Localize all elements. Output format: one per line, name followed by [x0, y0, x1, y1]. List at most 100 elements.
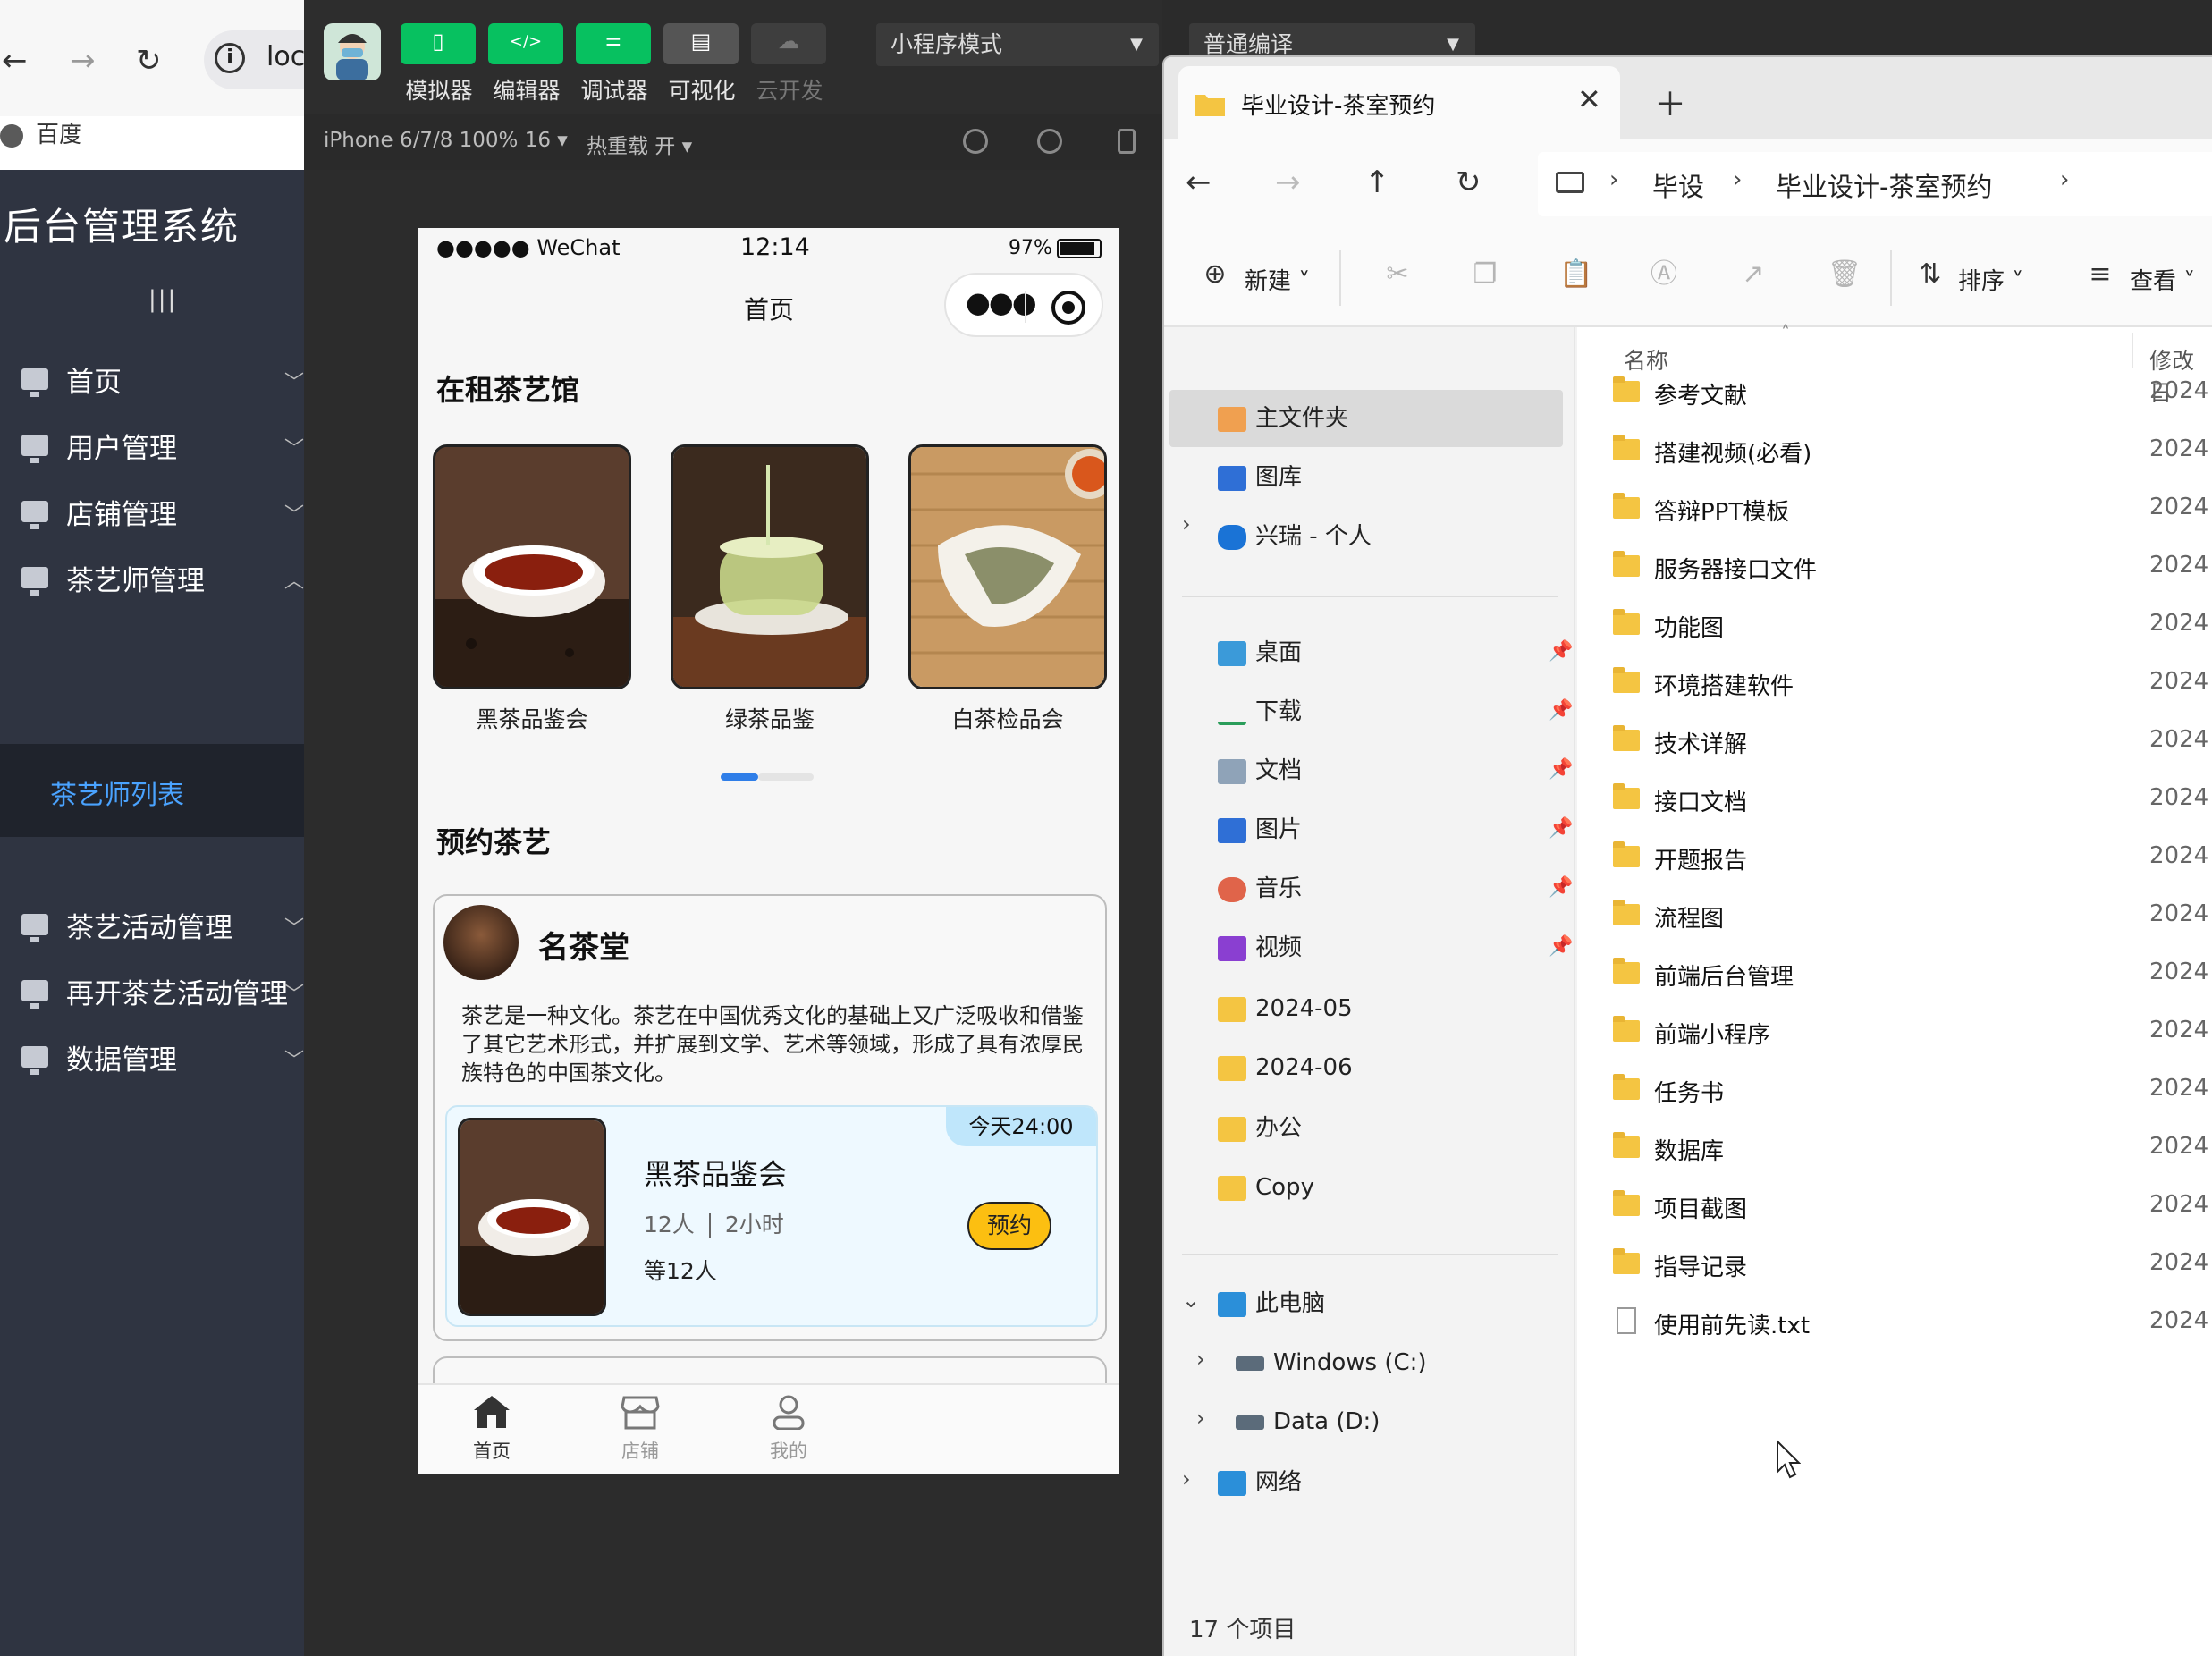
nav-item-gallery[interactable]: 图库: [1218, 456, 1302, 499]
pin-icon[interactable]: 📌: [1549, 817, 1573, 840]
pin-icon[interactable]: 📌: [1549, 640, 1573, 663]
cut-icon[interactable]: ✂: [1382, 259, 1413, 290]
nav-item-music[interactable]: 音乐: [1218, 867, 1302, 910]
file-date: 2024: [2149, 1075, 2209, 1102]
rename-icon[interactable]: Ⓐ: [1649, 259, 1679, 290]
device-select[interactable]: iPhone 6/7/8 100% 16 ▾: [324, 129, 568, 152]
back-button[interactable]: ←: [1186, 165, 1212, 200]
tea-card-black[interactable]: [433, 444, 631, 689]
file-row[interactable]: 任务书 2024: [1577, 1066, 2212, 1116]
nav-item-home[interactable]: 主文件夹: [1218, 397, 1348, 440]
tab-home[interactable]: 首页: [420, 1394, 563, 1464]
copy-icon[interactable]: ❐: [1470, 259, 1500, 290]
activity-card[interactable]: 今天24:00 黑茶品鉴会 12人 2小时 等12人 预约: [445, 1105, 1098, 1327]
paste-icon[interactable]: 📋: [1559, 259, 1592, 290]
file-row[interactable]: 前端后台管理 2024: [1577, 950, 2212, 1000]
nav-item-folder[interactable]: 2024-05: [1218, 987, 1353, 1030]
nav-item-downloads[interactable]: 下载: [1218, 690, 1302, 733]
hot-reload-toggle[interactable]: 热重载 开 ▾: [587, 129, 692, 159]
status-bar-count: 17 个项目: [1189, 1617, 1296, 1643]
nav-item-folder[interactable]: 2024-06: [1218, 1046, 1353, 1089]
pin-icon[interactable]: 📌: [1549, 699, 1573, 722]
menu-item-data[interactable]: 数据管理 ﹀: [0, 1005, 304, 1109]
submenu-item-tea-master-list[interactable]: 茶艺师列表: [0, 744, 304, 837]
tea-card-white[interactable]: [908, 444, 1107, 689]
file-row[interactable]: 服务器接口文件 2024: [1577, 543, 2212, 593]
phone-frame-icon[interactable]: [1118, 129, 1136, 154]
record-icon[interactable]: [1037, 129, 1062, 154]
pin-icon[interactable]: 📌: [1549, 758, 1573, 781]
nav-item-folder[interactable]: Copy: [1218, 1166, 1314, 1209]
shop-card[interactable]: 名茶堂 茶艺是一种文化。茶艺在中国优秀文化的基础上又广泛吸收和借鉴了其它艺术形式…: [433, 894, 1107, 1341]
pin-icon[interactable]: 📌: [1549, 935, 1573, 958]
nav-item-drive-c[interactable]: Windows (C:): [1236, 1341, 1427, 1384]
breadcrumb-item[interactable]: 毕业设计-茶室预约: [1776, 166, 1992, 204]
explorer-tab[interactable]: 毕业设计-茶室预约 ✕: [1178, 66, 1620, 139]
chevron-right-icon[interactable]: ›: [1182, 511, 1191, 537]
reload-button[interactable]: ↻: [136, 43, 162, 79]
chevron-right-icon[interactable]: ›: [1196, 1406, 1205, 1431]
nav-item-drive-d[interactable]: Data (D:): [1236, 1400, 1380, 1443]
nav-item-documents[interactable]: 文档: [1218, 749, 1302, 792]
chevron-right-icon[interactable]: ›: [1182, 1466, 1191, 1491]
file-row[interactable]: 开题报告 2024: [1577, 833, 2212, 883]
column-divider[interactable]: [2132, 333, 2133, 368]
new-tab-button[interactable]: ＋: [1654, 79, 1686, 125]
user-avatar[interactable]: [324, 23, 381, 80]
chevron-down-icon[interactable]: ⌄: [1182, 1288, 1200, 1313]
cloud-dev-button[interactable]: ☁: [751, 23, 826, 64]
file-row[interactable]: 项目截图 2024: [1577, 1182, 2212, 1232]
mode-select[interactable]: 小程序模式 ▼: [876, 23, 1159, 66]
chevron-down-icon: ﹀: [283, 438, 304, 460]
nav-item-folder[interactable]: 办公: [1218, 1107, 1302, 1150]
share-icon[interactable]: ↗: [1738, 259, 1769, 290]
menu-item-tea-masters[interactable]: 茶艺师管理 ︿: [0, 526, 304, 629]
simulator-button[interactable]: ▯: [401, 23, 476, 64]
file-row[interactable]: 流程图 2024: [1577, 891, 2212, 942]
tab-shop[interactable]: 店铺: [569, 1394, 712, 1464]
up-button[interactable]: ↑: [1364, 165, 1390, 200]
close-icon[interactable]: ✕: [1577, 82, 1601, 116]
breadcrumb-item[interactable]: 毕设: [1652, 166, 1704, 204]
sort-button[interactable]: 排序 ˅: [1958, 263, 2023, 296]
nav-item-pictures[interactable]: 图片: [1218, 808, 1302, 851]
nav-item-network[interactable]: 网络: [1218, 1461, 1302, 1504]
back-button[interactable]: ←: [2, 43, 28, 79]
visual-button[interactable]: ▤: [663, 23, 739, 64]
collapse-menu-button[interactable]: |||: [148, 286, 177, 313]
pin-icon[interactable]: 📌: [1549, 876, 1573, 899]
view-button[interactable]: 查看 ˅: [2130, 263, 2195, 296]
editor-button[interactable]: </>: [488, 23, 563, 64]
rotate-icon[interactable]: [963, 129, 988, 154]
refresh-button[interactable]: ↻: [1456, 165, 1482, 200]
new-button[interactable]: 新建 ˅: [1245, 263, 1310, 296]
debugger-button[interactable]: ⚌: [576, 23, 651, 64]
file-row[interactable]: 指导记录 2024: [1577, 1240, 2212, 1290]
file-row[interactable]: 数据库 2024: [1577, 1124, 2212, 1174]
nav-item-videos[interactable]: 视频: [1218, 926, 1302, 969]
file-row[interactable]: 搭建视频(必看) 2024: [1577, 427, 2212, 477]
file-row[interactable]: 参考文献 2024: [1577, 368, 2212, 418]
breadcrumb[interactable]: › 毕设 › 毕业设计-茶室预约 ›: [1538, 152, 2212, 216]
file-row[interactable]: 使用前先读.txt 2024: [1577, 1298, 2212, 1348]
nav-item-onedrive[interactable]: 兴瑞 - 个人: [1218, 515, 1372, 558]
file-row[interactable]: 答辩PPT模板 2024: [1577, 485, 2212, 535]
bookmark-baidu[interactable]: 百度: [0, 116, 82, 152]
file-row[interactable]: 功能图 2024: [1577, 601, 2212, 651]
forward-button[interactable]: →: [70, 43, 96, 79]
book-button[interactable]: 预约: [967, 1202, 1051, 1250]
tea-card-green[interactable]: [671, 444, 869, 689]
file-row[interactable]: 环境搭建软件 2024: [1577, 659, 2212, 709]
close-target-icon[interactable]: [1051, 291, 1085, 325]
chevron-right-icon[interactable]: ›: [1196, 1347, 1205, 1372]
nav-item-this-pc[interactable]: 此电脑: [1218, 1282, 1325, 1325]
file-row[interactable]: 技术详解 2024: [1577, 717, 2212, 767]
file-row[interactable]: 前端小程序 2024: [1577, 1008, 2212, 1058]
delete-icon[interactable]: 🗑: [1828, 259, 1862, 290]
address-bar[interactable]: i loc: [204, 30, 304, 89]
forward-button[interactable]: →: [1275, 165, 1301, 200]
file-row[interactable]: 接口文档 2024: [1577, 775, 2212, 825]
nav-item-desktop[interactable]: 桌面: [1218, 631, 1302, 674]
site-info-icon[interactable]: i: [215, 43, 245, 73]
tab-mine[interactable]: 我的: [717, 1394, 860, 1464]
